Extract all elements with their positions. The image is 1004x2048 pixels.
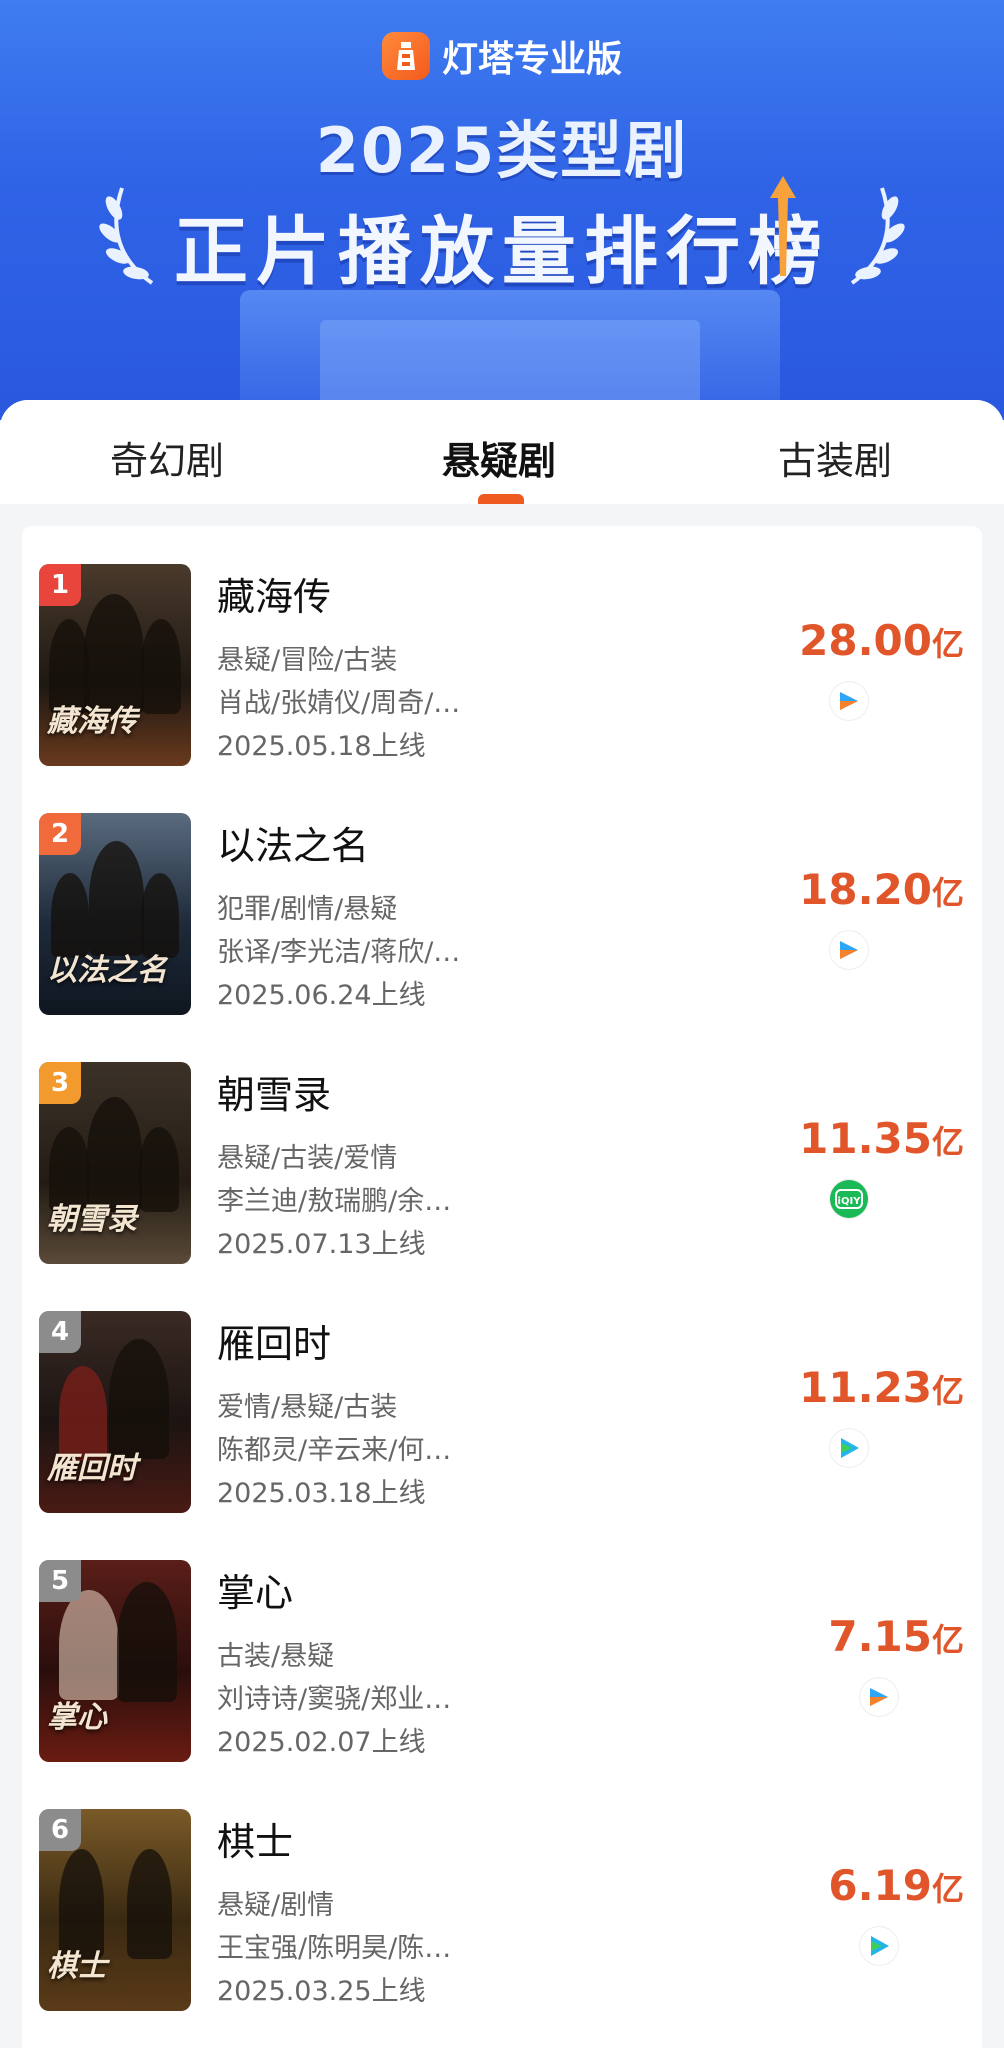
poster-title: 棋士 [47, 1949, 107, 1984]
play-count-unit: 亿 [931, 1621, 964, 1659]
poster-image: 藏海传 1 [39, 564, 191, 766]
drama-genre: 悬疑/剧情 [217, 1890, 335, 1921]
rank-badge: 2 [39, 813, 81, 855]
play-count: 6.19亿 [828, 1861, 964, 1910]
release-date: 2025.03.18上线 [217, 1478, 426, 1509]
drama-genre: 犯罪/剧情/悬疑 [217, 894, 398, 925]
tencent-video-icon [830, 1429, 868, 1467]
drama-genre: 爱情/悬疑/古装 [217, 1392, 398, 1423]
release-date: 2025.02.07上线 [217, 1727, 426, 1758]
drama-title: 藏海传 [217, 575, 332, 619]
play-count-unit: 亿 [931, 625, 964, 663]
play-count: 11.35亿 [799, 1114, 964, 1163]
tab-costume[interactable]: 古装剧 [778, 430, 892, 485]
play-count: 11.23亿 [799, 1363, 964, 1412]
youku-icon [830, 931, 868, 969]
drama-title: 朝雪录 [217, 1073, 332, 1117]
tab-fantasy[interactable]: 奇幻剧 [110, 430, 224, 485]
poster-title: 雁回时 [47, 1451, 137, 1486]
list-item[interactable]: 朝雪录 3 朝雪录 悬疑/古装/爱情 李兰迪/敖瑞鹏/余… 2025.07.13… [22, 1024, 982, 1273]
play-count-value: 7.15 [828, 1612, 932, 1661]
rank-badge: 4 [39, 1311, 81, 1353]
rank-badge: 3 [39, 1062, 81, 1104]
drama-cast: 李兰迪/敖瑞鹏/余… [217, 1186, 452, 1217]
play-count-unit: 亿 [931, 874, 964, 912]
poster-title: 藏海传 [47, 704, 137, 739]
poster-image: 以法之名 2 [39, 813, 191, 1015]
brand: 灯塔专业版 [0, 30, 1004, 82]
drama-cast: 张译/李光洁/蒋欣/… [217, 937, 461, 968]
page-title-year: 2025类型剧 [315, 114, 689, 187]
svg-text:iQIY: iQIY [838, 1196, 862, 1207]
header-banner: 灯塔专业版 2025类型剧 正片播放量排行榜 [0, 0, 1004, 420]
list-item[interactable]: 棋士 6 棋士 悬疑/剧情 王宝强/陈明昊/陈… 2025.03.25上线 6.… [22, 1771, 982, 2020]
poster-image: 棋士 6 [39, 1809, 191, 2011]
list-item[interactable]: 掌心 5 掌心 古装/悬疑 刘诗诗/窦骁/郑业… 2025.02.07上线 7.… [22, 1522, 982, 1771]
drama-title: 雁回时 [217, 1322, 332, 1366]
drama-cast: 陈都灵/辛云来/何… [217, 1435, 452, 1466]
drama-cast: 王宝强/陈明昊/陈… [217, 1933, 452, 1964]
poster-image: 雁回时 4 [39, 1311, 191, 1513]
release-date: 2025.05.18上线 [217, 731, 426, 762]
lighthouse-icon [381, 32, 430, 80]
ranking-list: 藏海传 1 藏海传 悬疑/冒险/古装 肖战/张婧仪/周奇/… 2025.05.1… [22, 526, 982, 2048]
play-count-unit: 亿 [931, 1870, 964, 1908]
rank-badge: 1 [39, 564, 81, 606]
poster-title: 以法之名 [47, 953, 167, 988]
play-count: 18.20亿 [799, 865, 964, 914]
play-count-value: 28.00 [799, 616, 932, 665]
brand-name: 灯塔专业版 [441, 39, 622, 80]
rank-badge: 6 [39, 1809, 81, 1851]
release-date: 2025.07.13上线 [217, 1229, 426, 1260]
play-count: 28.00亿 [799, 616, 964, 665]
page-title: 正片播放量排行榜 [174, 209, 830, 295]
drama-genre: 古装/悬疑 [217, 1641, 335, 1672]
poster-title: 掌心 [47, 1700, 107, 1735]
play-count-unit: 亿 [931, 1372, 964, 1410]
list-item[interactable]: 雁回时 4 雁回时 爱情/悬疑/古装 陈都灵/辛云来/何… 2025.03.18… [22, 1273, 982, 1522]
drama-title: 棋士 [217, 1820, 294, 1864]
active-tab-indicator [478, 494, 524, 504]
youku-icon [830, 682, 868, 720]
list-item[interactable]: 以法之名 2 以法之名 犯罪/剧情/悬疑 张译/李光洁/蒋欣/… 2025.06… [22, 775, 982, 1024]
category-tabs: 奇幻剧 悬疑剧 古装剧 [0, 400, 1004, 504]
tab-mystery[interactable]: 悬疑剧 [442, 430, 556, 485]
play-count-value: 11.23 [799, 1363, 932, 1412]
rank-badge: 5 [39, 1560, 81, 1602]
drama-title: 掌心 [217, 1571, 294, 1615]
drama-genre: 悬疑/古装/爱情 [217, 1143, 398, 1174]
youku-icon [860, 1678, 898, 1716]
drama-cast: 刘诗诗/窦骁/郑业… [217, 1684, 452, 1715]
play-count-unit: 亿 [931, 1123, 964, 1161]
play-count-value: 18.20 [799, 865, 932, 914]
arrow-up-icon [770, 176, 796, 276]
drama-title: 以法之名 [217, 824, 370, 868]
poster-image: 掌心 5 [39, 1560, 191, 1762]
release-date: 2025.06.24上线 [217, 980, 426, 1011]
drama-genre: 悬疑/冒险/古装 [217, 645, 398, 676]
poster-image: 朝雪录 3 [39, 1062, 191, 1264]
tencent-video-icon [860, 1927, 898, 1965]
play-count-value: 11.35 [799, 1114, 932, 1163]
ranking-card: 奇幻剧 悬疑剧 古装剧 藏海传 1 藏海传 悬疑/冒险/古装 肖战/张婧仪/周奇… [0, 400, 1004, 2048]
release-date: 2025.03.25上线 [217, 1976, 426, 2007]
play-count-value: 6.19 [828, 1861, 932, 1910]
poster-title: 朝雪录 [47, 1202, 137, 1237]
drama-cast: 肖战/张婧仪/周奇/… [217, 688, 461, 719]
play-count: 7.15亿 [828, 1612, 964, 1661]
iqiyi-icon: iQIY [830, 1180, 868, 1218]
list-item[interactable]: 藏海传 1 藏海传 悬疑/冒险/古装 肖战/张婧仪/周奇/… 2025.05.1… [22, 526, 982, 775]
